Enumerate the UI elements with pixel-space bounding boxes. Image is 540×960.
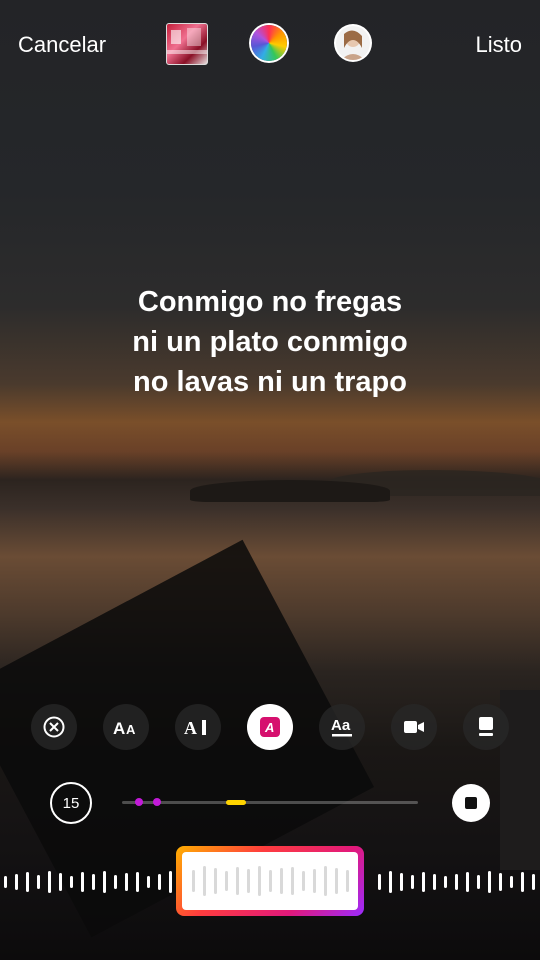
waveform-bar	[169, 871, 172, 893]
svg-text:A: A	[113, 719, 125, 737]
waveform-bar	[346, 870, 349, 892]
style-cursor-button[interactable]: A	[175, 704, 221, 750]
done-button[interactable]: Listo	[476, 32, 522, 58]
lyrics-sticker[interactable]: Conmigo no fregas ni un plato conmigo no…	[0, 282, 540, 402]
profile-avatar[interactable]	[336, 26, 370, 60]
timeline-marker	[135, 798, 143, 806]
svg-text:A: A	[184, 718, 197, 737]
timeline-playhead[interactable]	[226, 800, 246, 805]
waveform-bar	[313, 869, 316, 893]
waveform-bar	[324, 866, 327, 896]
text-size-icon: A A	[113, 719, 136, 737]
waveform-bar	[488, 871, 491, 893]
waveform-bar	[59, 873, 62, 891]
timeline-marker	[153, 798, 161, 806]
text-cursor-icon: A	[184, 718, 206, 737]
style-highlight-button[interactable]: A	[247, 704, 293, 750]
waveform-bar	[269, 870, 272, 892]
highlight-text-icon: A	[260, 717, 280, 737]
waveform-bar	[114, 875, 117, 889]
person-icon	[341, 30, 365, 60]
lyric-line: Conmigo no fregas	[137, 286, 403, 318]
waveform-bar	[258, 866, 261, 896]
waveform-bar	[422, 872, 425, 892]
close-circle-icon	[43, 716, 65, 738]
waveform-bar	[291, 867, 294, 895]
waveform-bar	[433, 874, 436, 890]
island-silhouette	[190, 480, 390, 502]
waveform-bar	[444, 876, 447, 888]
waveform-bar	[158, 874, 161, 890]
svg-text:A: A	[264, 720, 274, 735]
waveform-bar	[455, 874, 458, 890]
waveform-bar	[70, 876, 73, 888]
waveform-bar	[103, 871, 106, 893]
waveform-bar	[302, 871, 305, 891]
waveform-bar	[225, 871, 228, 891]
waveform-bar	[26, 872, 29, 892]
waveform-bar	[510, 876, 513, 888]
waveform-bar	[15, 874, 18, 890]
cancel-button[interactable]: Cancelar	[18, 32, 106, 58]
remove-sticker-button[interactable]	[31, 704, 77, 750]
waveform-bar	[236, 867, 239, 895]
style-typewriter-button[interactable]: A A	[103, 704, 149, 750]
waveform-bar	[532, 874, 535, 890]
album-cover-thumbnail[interactable]	[166, 23, 208, 65]
stop-icon	[465, 797, 477, 809]
waveform-bar	[136, 872, 139, 892]
video-mode-button[interactable]	[391, 704, 437, 750]
album-card-icon	[479, 717, 493, 736]
waveform-bar	[125, 873, 128, 891]
waveform-bar	[147, 876, 150, 888]
waveform-bar	[411, 875, 414, 889]
waveform-bar	[378, 874, 381, 890]
album-art-icon	[167, 28, 207, 54]
color-wheel-icon[interactable]	[251, 25, 287, 61]
waveform-bar	[81, 872, 84, 892]
duration-button[interactable]: 15	[50, 782, 92, 824]
waveform-bar	[48, 871, 51, 893]
waveform-bar	[92, 874, 95, 890]
album-card-button[interactable]	[463, 704, 509, 750]
song-timeline[interactable]	[122, 798, 418, 806]
selector-window	[182, 852, 358, 910]
svg-text:Aa: Aa	[331, 717, 351, 734]
waveform-bar	[214, 868, 217, 894]
top-bar: Cancelar Listo	[0, 0, 540, 90]
waveform-bar	[389, 871, 392, 893]
selected-waveform	[192, 866, 349, 896]
waveform-bar	[247, 869, 250, 893]
waveform-bar	[335, 868, 338, 894]
duration-label: 15	[62, 794, 80, 812]
svg-text:A: A	[126, 722, 136, 737]
lyric-line: no lavas ni un trapo	[133, 366, 407, 398]
waveform-bar	[499, 873, 502, 891]
waveform-bar	[280, 868, 283, 894]
waveform-bar	[477, 875, 480, 889]
stop-button[interactable]	[452, 784, 490, 822]
waveform-bar	[203, 866, 206, 896]
lyric-line: ni un plato conmigo	[132, 326, 408, 358]
waveform-bar	[400, 873, 403, 891]
clip-selector[interactable]	[176, 846, 364, 916]
waveform-bar	[466, 872, 469, 892]
video-camera-icon	[404, 721, 424, 733]
style-underline-button[interactable]: Aa	[319, 704, 365, 750]
underline-text-icon: Aa	[331, 717, 352, 737]
waveform-bar	[192, 870, 195, 892]
lyric-style-toolbar: A A A A Aa	[0, 704, 540, 750]
waveform-bar	[521, 872, 524, 892]
waveform-bar	[4, 876, 7, 888]
waveform-bar	[37, 875, 40, 889]
